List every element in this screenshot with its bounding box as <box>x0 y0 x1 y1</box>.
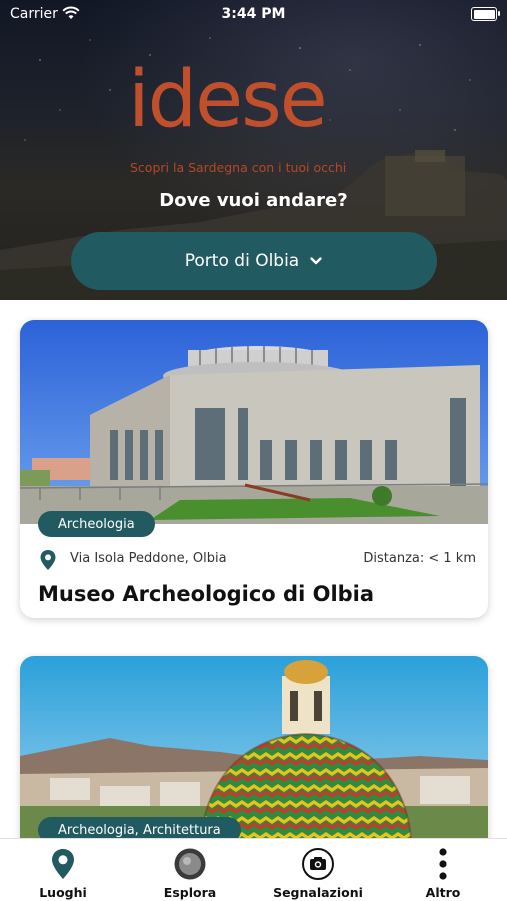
tab-label: Luoghi <box>39 885 87 900</box>
more-vertical-icon <box>439 848 447 880</box>
bottom-tab-bar: Luoghi Esplora Segnalazioni Altro <box>0 838 507 901</box>
place-title: Museo Archeologico di Olbia <box>38 582 375 606</box>
map-pin-icon <box>52 849 74 879</box>
tab-segnalazioni[interactable]: Segnalazioni <box>262 839 374 901</box>
place-photo <box>20 320 488 524</box>
tab-altro[interactable]: Altro <box>388 839 498 901</box>
status-bar: Carrier 3:44 PM <box>0 0 507 30</box>
battery-icon <box>471 7 500 21</box>
tab-label: Esplora <box>163 885 217 900</box>
place-card[interactable]: Archeologia, Architettura <box>20 656 488 856</box>
location-selector-value: Porto di Olbia <box>184 251 300 271</box>
tab-label: Segnalazioni <box>273 885 363 900</box>
chevron-down-icon <box>310 257 322 265</box>
camera-icon <box>302 848 334 880</box>
location-selector-button[interactable]: Porto di Olbia <box>71 232 437 290</box>
map-pin-icon <box>40 550 56 570</box>
globe-icon <box>174 848 206 880</box>
place-location-row: Via Isola Peddone, Olbia Distanza: < 1 k… <box>38 548 476 570</box>
status-time: 3:44 PM <box>221 6 286 22</box>
app-logo: idese <box>128 55 328 145</box>
place-distance: Distanza: < 1 km <box>363 551 476 566</box>
place-card[interactable]: Archeologia Via Isola Peddone, Olbia Dis… <box>20 320 488 618</box>
tab-label: Altro <box>425 885 461 900</box>
place-address: Via Isola Peddone, Olbia <box>70 551 227 566</box>
category-badge: Archeologia <box>38 511 155 537</box>
tab-esplora[interactable]: Esplora <box>135 839 245 901</box>
hero-header: Carrier 3:44 PM idese Scopri la Sardegna… <box>0 0 507 300</box>
app-tagline: Scopri la Sardegna con i tuoi occhi <box>130 160 347 175</box>
destination-question: Dove vuoi andare? <box>159 190 348 211</box>
tab-luoghi[interactable]: Luoghi <box>8 839 118 901</box>
